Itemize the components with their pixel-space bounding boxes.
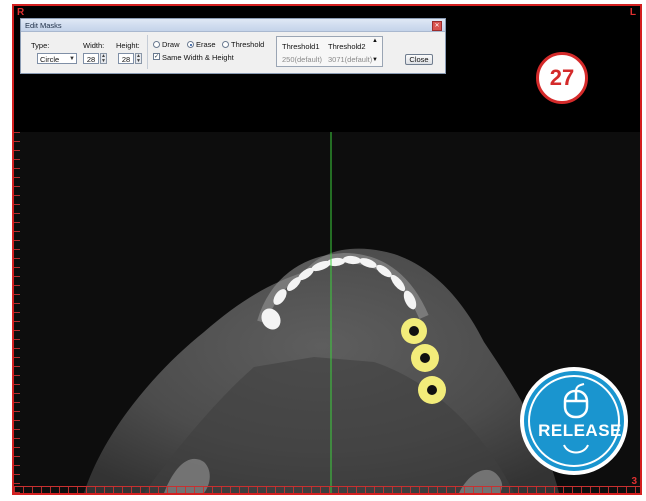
left-ruler [14,132,20,493]
step-number-badge: 27 [536,52,588,104]
erase-radio[interactable] [187,41,194,48]
release-mouse-badge: RELEASE [520,367,628,475]
same-size-label: Same Width & Height [162,53,234,62]
threshold-radio-label: Threshold [231,40,265,49]
release-label: RELEASE [538,421,622,440]
erase-radio-label: Erase [196,40,216,49]
bottom-ruler [14,487,640,493]
divider [147,35,148,69]
smile-arc-icon [563,444,589,454]
height-input[interactable]: 28 [118,53,134,64]
width-stepper[interactable]: ▲ ▼ [100,53,107,64]
type-select-value: Circle [40,55,60,64]
threshold-radio[interactable] [222,41,229,48]
type-label: Type: [31,41,50,50]
same-size-checkbox[interactable]: ✓ [153,53,160,60]
threshold2-value: 3071(default) [328,55,373,64]
orientation-label-left: L [629,7,636,18]
chevron-down-icon: ▼ [69,56,75,62]
scroll-up-icon[interactable]: ▲ [372,38,378,44]
scroll-down-icon[interactable]: ▼ [372,57,378,63]
width-input[interactable]: 28 [83,53,99,64]
release-badge-ring: RELEASE [528,375,621,467]
mouse-icon [563,383,589,419]
dialog-close-icon[interactable]: ✕ [432,21,442,31]
dialog-titlebar[interactable]: Edit Masks ✕ [21,19,445,32]
threshold1-value: 250(default) [282,55,323,64]
dialog-title: Edit Masks [25,21,62,30]
close-button[interactable]: Close [405,54,433,65]
orientation-label-right: R [17,7,25,18]
height-stepper[interactable]: ▲ ▼ [135,53,142,64]
draw-radio-label: Draw [162,40,180,49]
threshold-list[interactable]: Threshold1 Threshold2 250(default) 3071(… [276,36,383,67]
type-select[interactable]: Circle ▼ [37,53,77,64]
threshold2-header: Threshold2 [328,42,366,51]
edit-masks-dialog[interactable]: Edit Masks ✕ Type: Circle ▼ Width: 28 ▲ ▼… [20,18,446,74]
threshold-scrollbar[interactable]: ▲ ▼ [370,37,380,66]
slice-index-label: 3 [631,476,637,487]
height-label: Height: [116,41,140,50]
width-label: Width: [83,41,105,50]
threshold1-header: Threshold1 [282,42,320,51]
draw-radio[interactable] [153,41,160,48]
